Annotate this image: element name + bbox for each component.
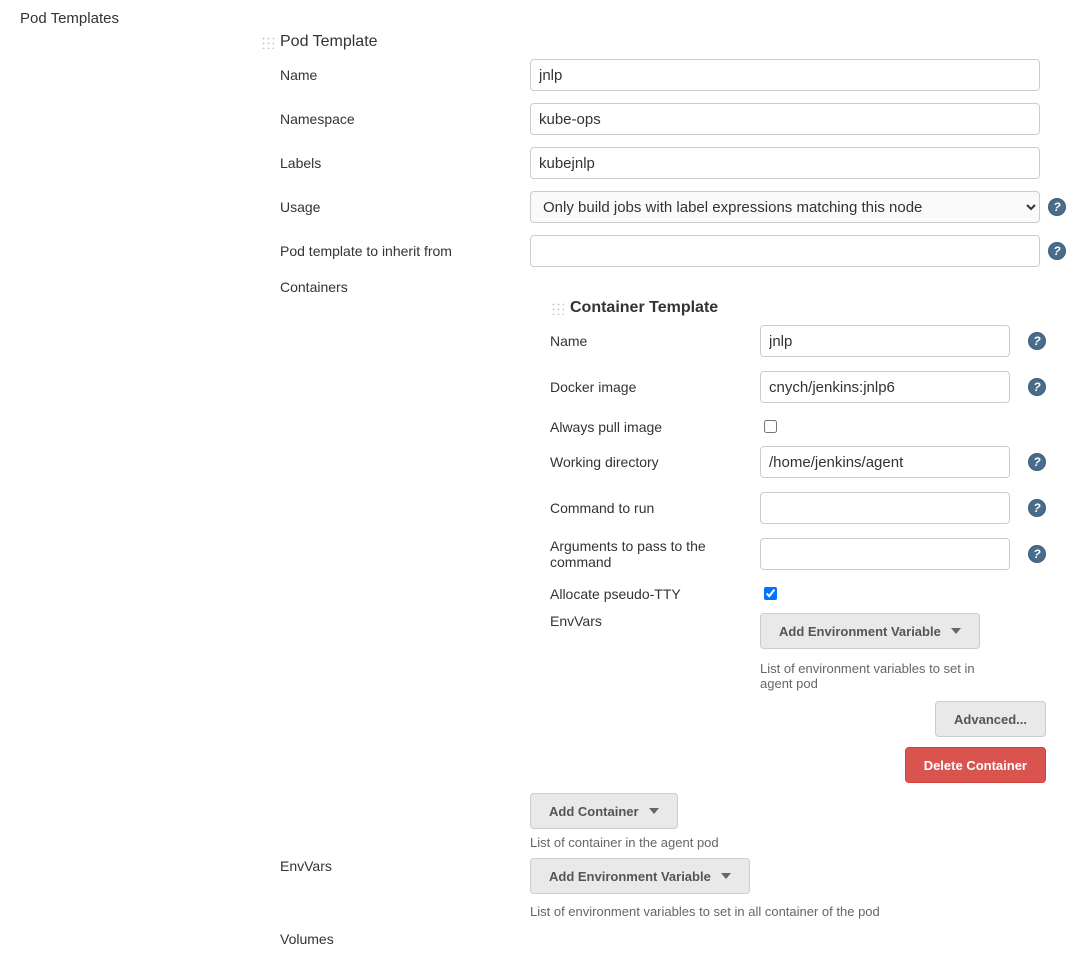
help-icon[interactable]: ? — [1028, 545, 1046, 563]
label-name: Name — [280, 67, 530, 83]
label-docker-image: Docker image — [550, 379, 760, 395]
help-icon[interactable]: ? — [1028, 378, 1046, 396]
label-always-pull: Always pull image — [550, 419, 760, 435]
chevron-down-icon — [721, 873, 731, 879]
delete-container-button[interactable]: Delete Container — [905, 747, 1046, 783]
button-label: Advanced... — [954, 712, 1027, 727]
chevron-down-icon — [951, 628, 961, 634]
help-icon[interactable]: ? — [1028, 332, 1046, 350]
add-container-button[interactable]: Add Container — [530, 793, 678, 829]
add-env-var-button[interactable]: Add Environment Variable — [760, 613, 980, 649]
label-command: Command to run — [550, 500, 760, 516]
label-tty: Allocate pseudo-TTY — [550, 586, 760, 602]
chevron-down-icon — [649, 808, 659, 814]
tty-checkbox[interactable] — [764, 587, 777, 600]
label-arguments: Arguments to pass to the command — [550, 538, 760, 570]
label-volumes: Volumes — [280, 931, 530, 947]
container-name-input[interactable] — [760, 325, 1010, 357]
drag-handle-icon[interactable] — [550, 301, 564, 315]
drag-handle-icon[interactable] — [260, 35, 274, 49]
label-pod-envvars: EnvVars — [280, 858, 530, 874]
help-icon[interactable]: ? — [1048, 242, 1066, 260]
section-title: Pod Templates — [20, 10, 1060, 27]
label-container-name: Name — [550, 333, 760, 349]
button-label: Add Environment Variable — [779, 624, 941, 639]
help-icon[interactable]: ? — [1048, 198, 1066, 216]
advanced-button[interactable]: Advanced... — [935, 701, 1046, 737]
always-pull-checkbox[interactable] — [764, 420, 777, 433]
workdir-input[interactable] — [760, 446, 1010, 478]
label-inherit: Pod template to inherit from — [280, 243, 530, 259]
containers-note: List of container in the agent pod — [530, 835, 1060, 850]
button-label: Delete Container — [924, 758, 1027, 773]
label-labels: Labels — [280, 155, 530, 171]
pod-labels-input[interactable] — [530, 147, 1040, 179]
container-env-note: List of environment variables to set in … — [760, 661, 1010, 691]
spacer — [1048, 110, 1066, 128]
button-label: Add Environment Variable — [549, 869, 711, 884]
command-input[interactable] — [760, 492, 1010, 524]
arguments-input[interactable] — [760, 538, 1010, 570]
spacer — [1048, 66, 1066, 84]
container-template-heading: Container Template — [570, 299, 718, 317]
label-containers: Containers — [280, 279, 530, 295]
label-namespace: Namespace — [280, 111, 530, 127]
spacer — [1048, 154, 1066, 172]
pod-usage-select[interactable]: Only build jobs with label expressions m… — [530, 191, 1040, 223]
pod-inherit-input[interactable] — [530, 235, 1040, 267]
pod-template-heading: Pod Template — [280, 33, 378, 51]
container-docker-input[interactable] — [760, 371, 1010, 403]
help-icon[interactable]: ? — [1028, 499, 1046, 517]
help-icon[interactable]: ? — [1028, 453, 1046, 471]
label-usage: Usage — [280, 199, 530, 215]
pod-name-input[interactable] — [530, 59, 1040, 91]
button-label: Add Container — [549, 804, 639, 819]
pod-namespace-input[interactable] — [530, 103, 1040, 135]
pod-env-note: List of environment variables to set in … — [530, 904, 880, 919]
label-workdir: Working directory — [550, 454, 760, 470]
label-container-envvars: EnvVars — [550, 613, 760, 629]
pod-add-env-var-button[interactable]: Add Environment Variable — [530, 858, 750, 894]
